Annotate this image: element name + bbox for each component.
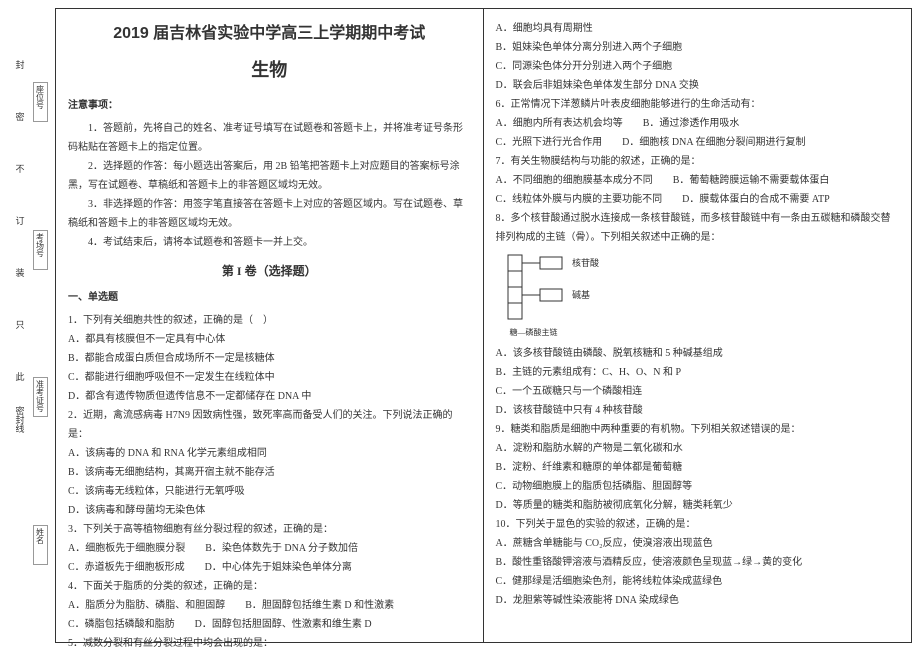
q5-opt-d: D．联会后非姐妹染色单体发生部分 DNA 交换	[496, 76, 900, 95]
q7-opt-cd: C．线粒体外膜与内膜的主要功能不同 D．膜载体蛋白的合成不需要 ATP	[496, 190, 900, 209]
section-1-title: 第 I 卷（选择题）	[68, 260, 471, 283]
binding-marker: 只	[15, 318, 24, 334]
binding-marker: 此	[15, 370, 24, 386]
q9-opt-b: B．淀粉、纤维素和糖原的单体都是葡萄糖	[496, 458, 900, 477]
q5-stem: 5．减数分裂和有丝分裂过程中均会出现的是：	[68, 634, 471, 653]
notice-item: 4．考试结束后，请将本试题卷和答题卡一并上交。	[68, 233, 471, 252]
diagram-label-nucleotide: 核苷酸	[572, 257, 599, 268]
q3-stem: 3．下列关于高等植物细胞有丝分裂过程的叙述，正确的是：	[68, 520, 471, 539]
q3-opt-cd: C．赤道板先于细胞板形成 D．中心体先于姐妹染色单体分离	[68, 558, 471, 577]
q10-opt-b: B．酸性重铬酸钾溶液与酒精反应，使溶液颜色呈现蓝→绿→黄的变化	[496, 553, 900, 572]
subject-title: 生物	[68, 53, 471, 87]
q7-stem: 7．有关生物膜结构与功能的叙述，正确的是：	[496, 152, 900, 171]
student-info-strip: 座位号 考场号 准考证号 姓名	[30, 0, 50, 651]
column-left: 2019 届吉林省实验中学高三上学期期中考试 生物 注意事项： 1．答题前，先将…	[56, 9, 484, 642]
notice-heading: 注意事项：	[68, 96, 471, 115]
binding-marker: 密	[15, 110, 24, 126]
q2-opt-a: A．该病毒的 DNA 和 RNA 化学元素组成相同	[68, 444, 471, 463]
q2-opt-c: C．该病毒无线粒体，只能进行无氧呼吸	[68, 482, 471, 501]
q7-opt-ab: A．不同细胞的细胞膜基本成分不同 B．葡萄糖跨膜运输不需要载体蛋白	[496, 171, 900, 190]
column-right: A．细胞均具有周期性 B．姐妹染色单体分离分别进入两个子细胞 C．同源染色体分开…	[484, 9, 912, 642]
q10-opt-c: C．健那绿是活细胞染色剂，能将线粒体染成蓝绿色	[496, 572, 900, 591]
name-label: 姓名	[33, 525, 48, 565]
q2-opt-b: B．该病毒无细胞结构，其离开宿主就不能存活	[68, 463, 471, 482]
q9-stem: 9．糖类和脂质是细胞中两种重要的有机物。下列相关叙述错误的是：	[496, 420, 900, 439]
q1-opt-b: B．都能合成蛋白质但合成场所不一定是核糖体	[68, 349, 471, 368]
q5-opt-c: C．同源染色体分开分别进入两个子细胞	[496, 57, 900, 76]
seal-line-label: 密封线	[14, 404, 27, 434]
binding-marker: 装	[15, 266, 24, 282]
seat-label: 座位号	[33, 82, 48, 122]
notice-item: 3．非选择题的作答：用签字笔直接答在答题卡上对应的答题区域内。写在试题卷、草稿纸…	[68, 195, 471, 233]
q6-opt-cd: C．光照下进行光合作用 D．细胞核 DNA 在细胞分裂间期进行复制	[496, 133, 900, 152]
q6-stem: 6．正常情况下洋葱鳞片叶表皮细胞能够进行的生命活动有：	[496, 95, 900, 114]
q9-opt-d: D．等质量的糖类和脂肪被彻底氧化分解，糖类耗氧少	[496, 496, 900, 515]
q8-stem: 8．多个核苷酸通过脱水连接成一条核苷酸链，而多核苷酸链中有一条由五碳糖和磷酸交替…	[496, 209, 900, 247]
q2-stem: 2．近期，禽流感病毒 H7N9 因致病性强，致死率高而备受人们的关注。下列说法正…	[68, 406, 471, 444]
q10-opt-a: A．蔗糖含单糖能与 CO₂反应，使溴溶液出现蓝色	[496, 534, 900, 553]
exam-no-label: 准考证号	[33, 377, 48, 417]
q9-opt-c: C．动物细胞膜上的脂质包括磷脂、胆固醇等	[496, 477, 900, 496]
q8-opt-d: D．该核苷酸链中只有 4 种核苷酸	[496, 401, 900, 420]
binding-strip: 封 密 不 订 装 只 此 密封线 座位号 考场号 准考证号 姓名	[10, 0, 50, 651]
binding-marker: 订	[15, 214, 24, 230]
q8-opt-b: B．主链的元素组成有：C、H、O、N 和 P	[496, 363, 900, 382]
binding-markers: 封 密 不 订 装 只 此 密封线	[10, 0, 30, 651]
q6-opt-ab: A．细胞内所有表达机会均等 B．通过渗透作用吸水	[496, 114, 900, 133]
subsection-title: 一、单选题	[68, 288, 471, 307]
q8-opt-c: C．一个五碳糖只与一个磷酸相连	[496, 382, 900, 401]
exam-page: 2019 届吉林省实验中学高三上学期期中考试 生物 注意事项： 1．答题前，先将…	[55, 8, 912, 643]
q1-opt-c: C．都能进行细胞呼吸但不一定发生在线粒体中	[68, 368, 471, 387]
binding-marker: 封	[15, 58, 24, 74]
q9-opt-a: A．淀粉和脂肪水解的产物是二氧化碳和水	[496, 439, 900, 458]
q1-opt-d: D．都含有遗传物质但遗传信息不一定都储存在 DNA 中	[68, 387, 471, 406]
room-label: 考场号	[33, 230, 48, 270]
q1-opt-a: A．都具有核膜但不一定具有中心体	[68, 330, 471, 349]
q8-opt-a: A．该多核苷酸链由磷酸、脱氧核糖和 5 种碱基组成	[496, 344, 900, 363]
notice-item: 2．选择题的作答：每小题选出答案后，用 2B 铅笔把答题卡上对应题目的答案标号涂…	[68, 157, 471, 195]
q4-opt-ab: A．脂质分为脂肪、磷脂、和胆固醇 B．胆固醇包括维生素 D 和性激素	[68, 596, 471, 615]
binding-marker: 不	[15, 162, 24, 178]
q10-stem: 10．下列关于显色的实验的叙述，正确的是：	[496, 515, 900, 534]
q5-opt-b: B．姐妹染色单体分离分别进入两个子细胞	[496, 38, 900, 57]
q4-opt-cd: C．磷脂包括磷酸和脂肪 D．固醇包括胆固醇、性激素和维生素 D	[68, 615, 471, 634]
notice-item: 1．答题前，先将自己的姓名、准考证号填写在试题卷和答题卡上，并将准考证号条形码粘…	[68, 119, 471, 157]
exam-title: 2019 届吉林省实验中学高三上学期期中考试	[68, 19, 471, 49]
q1-stem: 1．下列有关细胞共性的叙述，正确的是（ ）	[68, 311, 471, 330]
q2-opt-d: D．该病毒和酵母菌均无染色体	[68, 501, 471, 520]
q4-stem: 4．下面关于脂质的分类的叙述，正确的是：	[68, 577, 471, 596]
q5-opt-a: A．细胞均具有周期性	[496, 19, 900, 38]
diagram-label-base: 碱基	[572, 289, 590, 300]
nucleotide-diagram: 核苷酸 碱基 糖—磷酸主链	[502, 251, 662, 340]
diagram-label-backbone: 糖—磷酸主链	[510, 325, 662, 340]
q3-opt-ab: A．细胞板先于细胞膜分裂 B．染色体数先于 DNA 分子数加倍	[68, 539, 471, 558]
q10-opt-d: D．龙胆紫等碱性染液能将 DNA 染成绿色	[496, 591, 900, 610]
